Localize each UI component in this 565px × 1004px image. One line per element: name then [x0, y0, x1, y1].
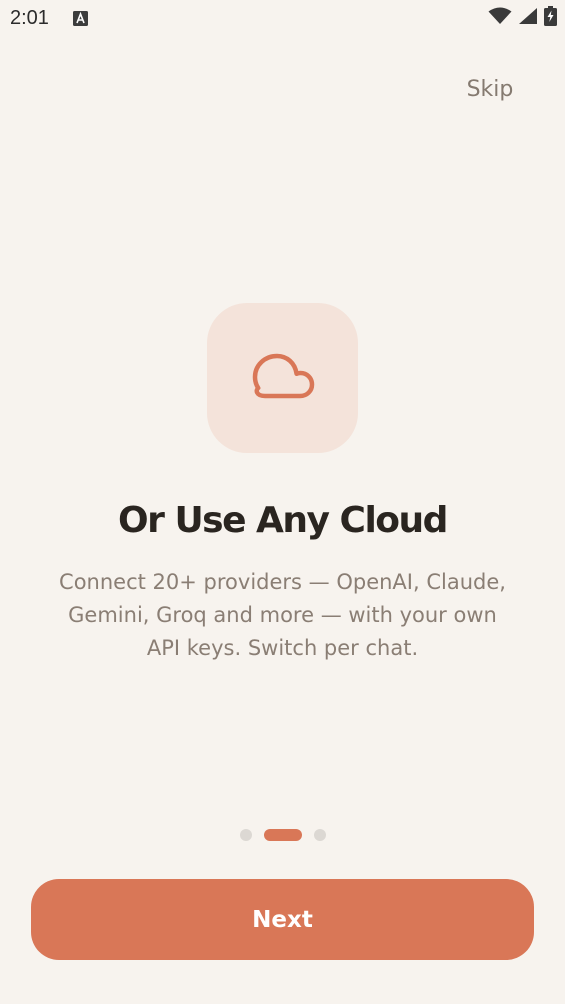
status-time: 2:01: [10, 7, 49, 29]
page-dot-active[interactable]: [263, 828, 302, 841]
page-dot[interactable]: [313, 828, 326, 841]
cloud-icon: [250, 352, 316, 404]
page-dot[interactable]: [239, 828, 252, 841]
slide-title: Or Use Any Cloud: [118, 500, 448, 541]
wifi-icon: [488, 7, 512, 29]
status-bar: 2:01: [0, 0, 565, 38]
illustration-tile: [207, 303, 358, 453]
status-icons: [488, 6, 557, 30]
slide-description: Connect 20+ providers — OpenAI, Claude, …: [59, 570, 506, 660]
page-indicator: [0, 828, 565, 841]
cellular-signal-icon: [518, 7, 538, 29]
next-button[interactable]: Next: [31, 879, 534, 960]
battery-charging-icon: [544, 6, 557, 30]
onboarding-screen: 2:01 Skip Or Use Any Cloud Connect 20+ p…: [0, 0, 565, 1004]
skip-button[interactable]: Skip: [440, 72, 540, 108]
text-a-icon: [73, 11, 88, 26]
